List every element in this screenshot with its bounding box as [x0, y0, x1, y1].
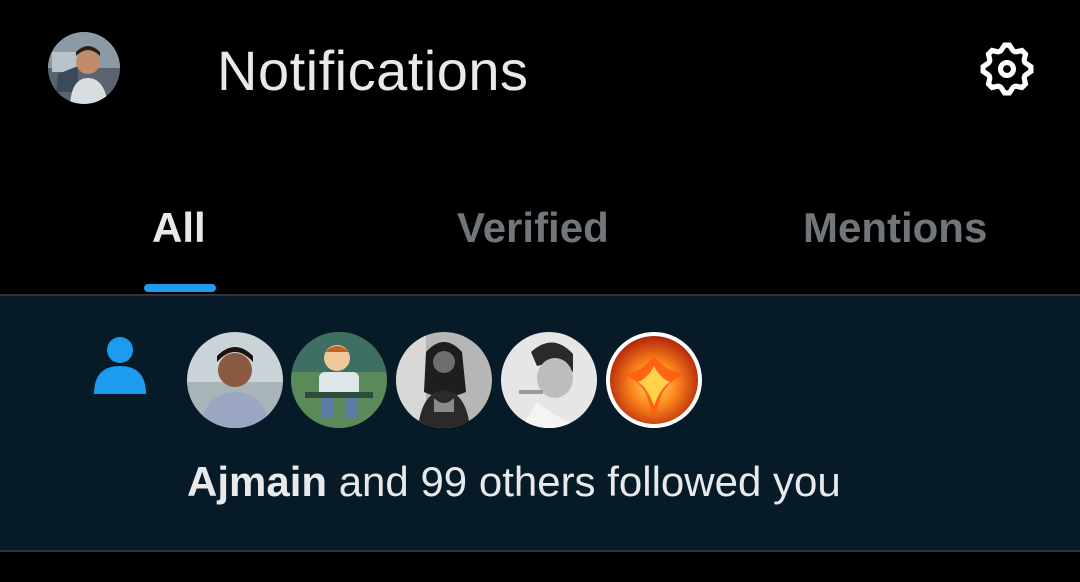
follower-avatar-1-image	[187, 332, 283, 428]
follower-avatar-4[interactable]	[501, 332, 597, 428]
active-tab-indicator	[144, 284, 216, 292]
notification-message: and 99 others followed you	[327, 458, 841, 505]
notification-tabs: All Verified Mentions	[0, 175, 1080, 295]
follower-avatar-5-image	[606, 332, 702, 428]
header: Notifications	[0, 0, 1080, 150]
next-notification-area	[0, 552, 1080, 582]
follower-avatar-1[interactable]	[187, 332, 283, 428]
follower-avatar-2-image	[291, 332, 387, 428]
follower-avatar-4-image	[501, 332, 597, 428]
notification-text: Ajmain and 99 others followed you	[187, 456, 841, 508]
gear-icon	[980, 42, 1034, 96]
tab-verified[interactable]: Verified	[360, 175, 720, 295]
follower-avatar-2[interactable]	[291, 332, 387, 428]
follower-avatar-3-image	[396, 332, 492, 428]
tab-all[interactable]: All	[0, 175, 360, 295]
follower-avatar-5[interactable]	[606, 332, 702, 428]
profile-avatar-image	[48, 32, 120, 104]
follower-name[interactable]: Ajmain	[187, 458, 327, 505]
tab-verified-label: Verified	[457, 204, 609, 251]
notifications-screen: Notifications All Verified Mentions Ajma…	[0, 0, 1080, 582]
page-title: Notifications	[217, 39, 529, 102]
person-icon	[94, 337, 146, 394]
profile-avatar[interactable]	[48, 32, 120, 104]
tab-all-label: All	[152, 204, 206, 251]
follow-notification[interactable]: Ajmain and 99 others followed you	[0, 296, 1080, 550]
tab-mentions-label: Mentions	[803, 204, 988, 251]
settings-button[interactable]	[972, 34, 1042, 104]
tab-mentions[interactable]: Mentions	[720, 175, 1080, 295]
follower-avatar-3[interactable]	[396, 332, 492, 428]
